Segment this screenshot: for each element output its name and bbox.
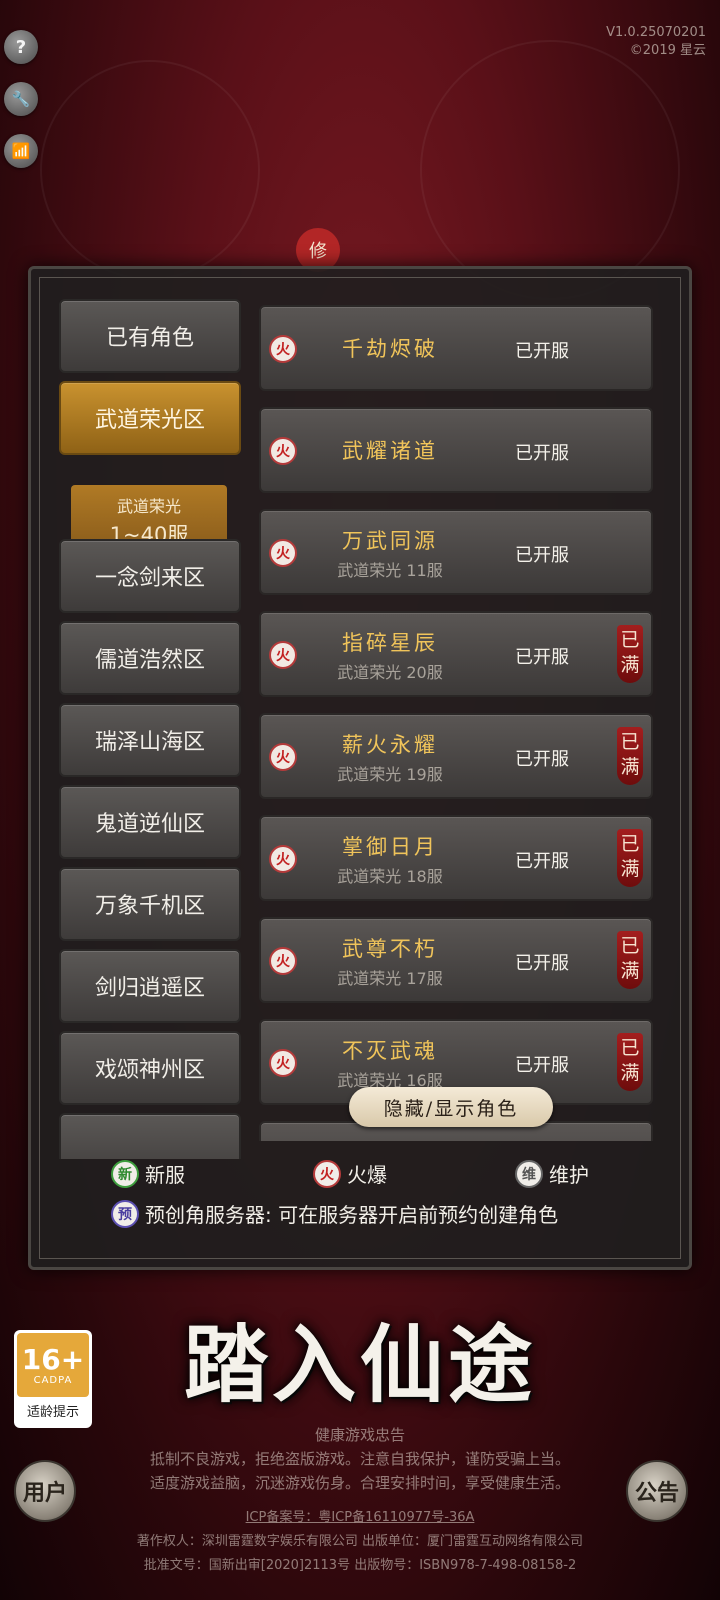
help-icon[interactable]: ? <box>4 30 38 64</box>
server-state: 已开服 <box>515 851 569 872</box>
new-badge-icon: 新 <box>111 1159 139 1188</box>
server-row[interactable]: 火 武耀诸道 已开服 <box>259 407 653 493</box>
age-rating-badge[interactable]: 16+ CADPA 适龄提示 <box>14 1330 92 1428</box>
approval-info: 批准文号：国新出审[2020]2113号 出版物号：ISBN978-7-498-… <box>143 1558 577 1573</box>
settings-icon[interactable]: 🔧 <box>4 82 38 116</box>
server-subtitle: 武道荣光 19服 <box>337 765 443 784</box>
health-notice-line2: 适度游戏益脑，沉迷游戏伤身。合理安排时间，享受健康生活。 <box>149 1474 570 1492</box>
sidebar-item-yinian[interactable]: 一念剑来区 <box>59 539 241 613</box>
full-tag: 已满 <box>617 625 643 683</box>
server-name: 指碎星辰 <box>342 631 438 655</box>
sidebar-item-xisong[interactable]: 戏颂神州区 <box>59 1031 241 1105</box>
server-list: 火 千劫烬破 已开服 火 武耀诸道 已开服 火 万武同源 武道荣光 11服 已开… <box>257 305 655 1141</box>
version-info: V1.0.25070201 ©2019 星云 <box>606 24 706 60</box>
full-tag: 已满 <box>617 727 643 785</box>
health-notice-title: 健康游戏忠告 <box>314 1426 405 1444</box>
background-swirl <box>420 40 680 300</box>
server-state: 已开服 <box>515 443 569 464</box>
legend-hot: 火 火爆 <box>313 1159 387 1188</box>
sidebar-item-label: 瑞泽山海区 <box>94 730 205 755</box>
server-name: 武耀诸道 <box>342 439 438 463</box>
legend-new: 新 新服 <box>111 1159 185 1188</box>
server-subtitle: 武道荣光 20服 <box>337 663 443 682</box>
hot-badge-icon: 火 <box>269 335 297 363</box>
sidebar-item-label: 已有角色 <box>105 326 194 351</box>
hot-badge-icon: 火 <box>269 641 297 669</box>
legend-maintenance-label: 维护 <box>549 1163 589 1187</box>
hot-badge-icon: 火 <box>269 539 297 567</box>
hot-badge-icon: 火 <box>269 845 297 873</box>
toggle-roles-button[interactable]: 隐藏/显示角色 <box>349 1087 553 1127</box>
precreate-badge-icon: 预 <box>111 1199 139 1228</box>
maintenance-badge-icon: 维 <box>515 1159 543 1188</box>
health-notice-line1: 抵制不良游戏，拒绝盗版游戏。注意自我保护，谨防受骗上当。 <box>149 1450 570 1468</box>
legend-new-label: 新服 <box>145 1163 185 1187</box>
sidebar-item-existing-roles[interactable]: 已有角色 <box>59 299 241 373</box>
sidebar-item-label: 戏颂神州区 <box>94 1058 205 1083</box>
full-tag: 已满 <box>617 931 643 989</box>
full-tag: 已满 <box>617 829 643 887</box>
server-state: 已开服 <box>515 545 569 566</box>
age-rating-org: CADPA <box>33 1374 73 1386</box>
legend-precreate: 预 预创角服务器: 可在服务器开启前预约创建角色 <box>111 1199 558 1228</box>
server-state: 已开服 <box>515 749 569 770</box>
sidebar-item-label: 儒道浩然区 <box>94 648 205 673</box>
sidebar-item-jiangui[interactable]: 剑归逍遥区 <box>59 949 241 1023</box>
server-name: 武尊不朽 <box>342 937 438 961</box>
server-row[interactable]: 火 指碎星辰 武道荣光 20服 已开服 已满 <box>259 611 653 697</box>
copyright-year: ©2019 星云 <box>629 43 706 58</box>
server-state: 已开服 <box>515 953 569 974</box>
sidebar-item-label: 一念剑来区 <box>94 566 205 591</box>
hot-badge-icon: 火 <box>269 437 297 465</box>
age-rating-tip: 适龄提示 <box>26 1405 79 1420</box>
server-row[interactable]: 火 薪火永耀 武道荣光 19服 已开服 已满 <box>259 713 653 799</box>
sidebar-item-wanxiang[interactable]: 万象千机区 <box>59 867 241 941</box>
hot-badge-icon: 火 <box>269 1049 297 1077</box>
sidebar-item-label: 武道荣光区 <box>94 408 205 433</box>
sidebar-item-partial[interactable] <box>59 1113 241 1159</box>
legend-maintenance: 维 维护 <box>515 1159 589 1188</box>
server-row[interactable]: 火 千劫烬破 已开服 <box>259 305 653 391</box>
hot-badge-icon: 火 <box>269 947 297 975</box>
age-rating-top: 16+ CADPA <box>17 1333 89 1397</box>
age-rating-number: 16+ <box>21 1342 85 1376</box>
background-swirl <box>40 60 260 280</box>
legend-precreate-label: 预创角服务器: 可在服务器开启前预约创建角色 <box>145 1203 559 1227</box>
server-row[interactable]: 火 武尊不朽 武道荣光 17服 已开服 已满 <box>259 917 653 1003</box>
server-state: 已开服 <box>515 1055 569 1076</box>
server-row[interactable]: 火 万武同源 武道荣光 11服 已开服 <box>259 509 653 595</box>
sidebar-item-wudao[interactable]: 武道荣光区 <box>59 381 241 455</box>
server-name: 千劫烬破 <box>342 337 438 361</box>
icp-record[interactable]: ICP备案号：粤ICP备16110977号-36A <box>0 1506 720 1525</box>
server-subtitle: 武道荣光 11服 <box>337 561 443 580</box>
signal-icon[interactable]: 📶 <box>4 134 38 168</box>
sidebar-item-label: 剑归逍遥区 <box>94 976 205 1001</box>
sidebar-item-rudao[interactable]: 儒道浩然区 <box>59 621 241 695</box>
server-subtitle: 武道荣光 18服 <box>337 867 443 886</box>
server-name: 万武同源 <box>342 529 438 553</box>
sidebar-item-label: 万象千机区 <box>94 894 205 919</box>
hot-badge-icon: 火 <box>313 1159 341 1188</box>
server-row[interactable]: 火 掌御日月 武道荣光 18服 已开服 已满 <box>259 815 653 901</box>
enter-game-button[interactable]: 踏入仙途 <box>178 1298 542 1419</box>
full-tag: 已满 <box>617 1033 643 1091</box>
server-subtitle: 武道荣光 17服 <box>337 969 443 988</box>
version-number: V1.0.25070201 <box>606 25 706 40</box>
server-name: 薪火永耀 <box>342 733 438 757</box>
subitem-title: 武道荣光 <box>116 497 181 516</box>
server-select-panel: 已有角色 武道荣光区 武道荣光 1~40服 一念剑来区 儒道浩然区 瑞泽山海区 … <box>28 266 692 1270</box>
server-state: 已开服 <box>515 647 569 668</box>
hot-badge-icon: 火 <box>269 743 297 771</box>
legend-hot-label: 火爆 <box>347 1163 387 1187</box>
sidebar-item-guidao[interactable]: 鬼道逆仙区 <box>59 785 241 859</box>
sidebar-item-ruize[interactable]: 瑞泽山海区 <box>59 703 241 777</box>
server-name: 不灭武魂 <box>342 1039 438 1063</box>
server-name: 掌御日月 <box>342 835 438 859</box>
copyright-info: 著作权人：深圳雷霆数字娱乐有限公司 出版单位：厦门雷霆互动网络有限公司 <box>136 1534 584 1549</box>
sidebar-item-label: 鬼道逆仙区 <box>94 812 205 837</box>
server-state: 已开服 <box>515 341 569 362</box>
server-region-sidebar: 已有角色 武道荣光区 武道荣光 1~40服 一念剑来区 儒道浩然区 瑞泽山海区 … <box>57 297 245 1159</box>
